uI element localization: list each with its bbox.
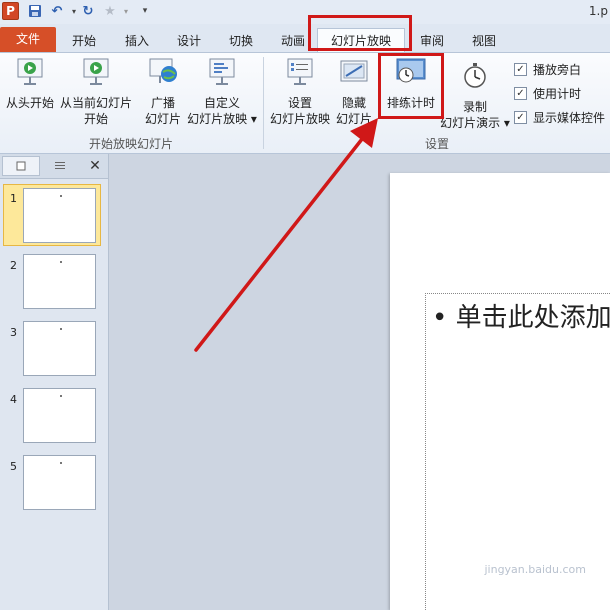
watermark: jingyan.baidu.com <box>484 563 586 576</box>
annotation-box-slide-show-tab <box>308 15 412 51</box>
star-icon[interactable]: ★ <box>102 3 118 19</box>
powerpoint-logo-icon[interactable]: P <box>2 2 19 20</box>
ribbon-tab-bar: 文件 开始 插入 设计 切换 动画 幻灯片放映 审阅 视图 <box>0 24 610 52</box>
use-timings-checkbox[interactable]: ✓ 使用计时 <box>514 85 581 102</box>
from-current-label-2: 开始 <box>83 112 108 126</box>
broadcast-label-1: 广播 <box>150 96 175 110</box>
annotation-box-rehearse-timings <box>378 53 444 119</box>
hide-slide-label-2: 幻灯片 <box>335 112 372 126</box>
custom-label-1: 自定义 <box>203 96 240 110</box>
thumbnail-placeholder-mark <box>60 261 62 263</box>
thumbnail-placeholder-mark <box>60 395 62 397</box>
slide-number: 5 <box>10 460 17 473</box>
slide-thumbnail-1[interactable] <box>23 188 96 243</box>
from-current-slide-button[interactable]: 从当前幻灯片 开始 <box>58 57 134 127</box>
record-slide-show-button[interactable]: 录制 幻灯片演示 ▾ <box>440 57 510 131</box>
set-up-label-2: 幻灯片放映 <box>269 112 330 126</box>
outline-tab-icon <box>55 162 65 169</box>
tab-file[interactable]: 文件 <box>0 27 56 52</box>
slide-thumbnail-2[interactable] <box>23 254 96 309</box>
play-from-current-icon <box>83 58 109 85</box>
checkbox-checked-icon[interactable]: ✓ <box>514 111 527 124</box>
slide-thumbnail-3[interactable] <box>23 321 96 376</box>
show-media-controls-checkbox[interactable]: ✓ 显示媒体控件 <box>514 109 605 126</box>
tab-view[interactable]: 视图 <box>462 30 506 52</box>
tab-transitions[interactable]: 切换 <box>219 30 263 52</box>
set-up-slide-show-button[interactable]: 设置 幻灯片放映 <box>268 57 332 127</box>
from-current-label-1: 从当前幻灯片 <box>59 96 132 110</box>
show-media-controls-label: 显示媒体控件 <box>533 111 606 125</box>
custom-slide-show-icon <box>209 58 235 85</box>
broadcast-slide-show-button[interactable]: 广播 幻灯片 <box>140 57 186 127</box>
slide-number: 4 <box>10 393 17 406</box>
outline-tab[interactable] <box>40 156 80 176</box>
broadcast-globe-icon <box>149 58 177 83</box>
hide-slide-label-1: 隐藏 <box>341 96 366 110</box>
set-up-slide-show-icon <box>287 58 313 85</box>
document-title: 1.p <box>588 4 608 18</box>
customize-qat-icon[interactable]: ▾ <box>137 3 153 19</box>
thumbnail-placeholder-mark <box>60 328 62 330</box>
title-bar: P ↶ ▾ ↻ ★ ▾ ▾ 1.p <box>0 0 610 25</box>
placeholder-prompt: 单击此处添加 <box>455 303 610 333</box>
thumbnail-placeholder-mark <box>60 462 62 464</box>
broadcast-label-2: 幻灯片 <box>144 112 181 126</box>
tab-insert[interactable]: 插入 <box>115 30 159 52</box>
custom-slide-show-button[interactable]: 自定义 幻灯片放映 ▾ <box>186 57 258 127</box>
slide-thumbnail-4[interactable] <box>23 388 96 443</box>
tab-review[interactable]: 审阅 <box>410 30 454 52</box>
stopwatch-icon <box>464 63 486 88</box>
checkbox-checked-icon[interactable]: ✓ <box>514 63 527 76</box>
ribbon: 从头开始 从当前幻灯片 开始 广播 幻灯片 自定义 幻灯片放映 ▾ 开始放映幻灯… <box>0 52 610 154</box>
record-label-1: 录制 <box>462 100 487 114</box>
slide-number: 3 <box>10 326 17 339</box>
play-narrations-label: 播放旁白 <box>533 63 582 77</box>
save-icon[interactable] <box>27 3 43 19</box>
slides-tab[interactable] <box>2 156 40 176</box>
redo-icon[interactable]: ↻ <box>80 3 96 19</box>
checkbox-checked-icon[interactable]: ✓ <box>514 87 527 100</box>
group-label-start-slide-show: 开始放映幻灯片 <box>88 137 173 151</box>
slide-number: 2 <box>10 259 17 272</box>
record-label-2: 幻灯片演示 ▾ <box>440 116 510 130</box>
tab-design[interactable]: 设计 <box>167 30 211 52</box>
slides-tab-icon <box>16 161 26 171</box>
tab-home[interactable]: 开始 <box>62 30 106 52</box>
slide-number: 1 <box>10 192 17 205</box>
slide-thumbnail-5[interactable] <box>23 455 96 510</box>
undo-icon[interactable]: ↶ <box>49 3 65 19</box>
hide-slide-icon <box>340 60 368 82</box>
from-beginning-button[interactable]: 从头开始 <box>2 57 58 111</box>
group-label-set-up: 设置 <box>424 137 449 151</box>
play-from-start-icon <box>17 58 43 85</box>
play-narrations-checkbox[interactable]: ✓ 播放旁白 <box>514 61 581 78</box>
close-pane-icon[interactable]: ✕ <box>86 156 104 176</box>
thumbnail-placeholder-mark <box>60 195 62 197</box>
custom-label-2: 幻灯片放映 ▾ <box>187 112 257 126</box>
star-dropdown-icon[interactable]: ▾ <box>118 3 134 19</box>
hide-slide-button[interactable]: 隐藏 幻灯片 <box>332 57 376 127</box>
use-timings-label: 使用计时 <box>533 87 582 101</box>
set-up-label-1: 设置 <box>287 96 312 110</box>
slides-pane: ✕ 1 2 3 4 5 <box>0 154 109 610</box>
placeholder-text: • 单击此处添加 <box>432 303 610 333</box>
from-beginning-label: 从头开始 <box>5 96 54 110</box>
pane-tab-bar: ✕ <box>0 154 108 179</box>
